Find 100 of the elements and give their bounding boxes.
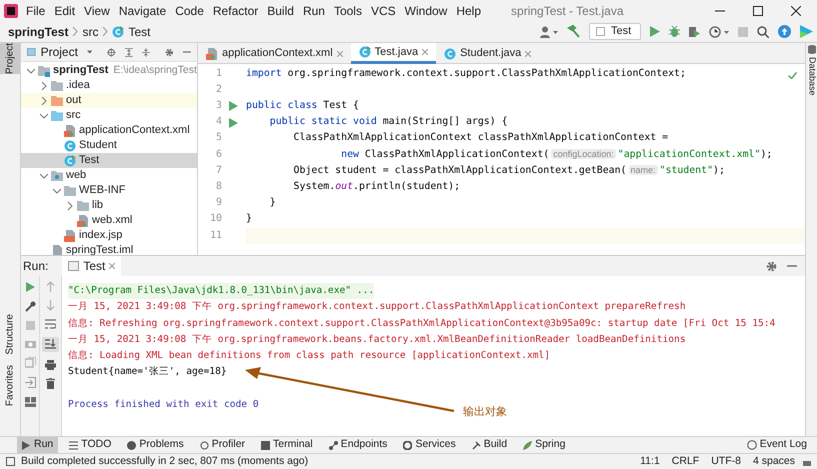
tool-window-tab[interactable]: Run bbox=[17, 436, 58, 454]
hammer-icon[interactable] bbox=[567, 25, 580, 38]
tree-item[interactable]: index.jsp bbox=[21, 228, 197, 243]
menu-item[interactable]: View bbox=[84, 2, 110, 20]
tool-window-tab[interactable]: Spring bbox=[518, 436, 570, 454]
tree-item[interactable]: applicationContext.xml bbox=[21, 123, 197, 138]
tool-window-tab[interactable]: Project bbox=[0, 43, 20, 74]
soft-wrap-icon[interactable] bbox=[45, 319, 56, 329]
breadcrumb-item[interactable]: Test bbox=[128, 22, 150, 40]
tree-item[interactable]: Student bbox=[21, 138, 197, 153]
tree-item[interactable]: lib bbox=[21, 198, 197, 213]
line-number: 1 bbox=[215, 66, 223, 81]
class-icon bbox=[444, 48, 456, 60]
settings-icon[interactable] bbox=[164, 46, 174, 58]
database-icon bbox=[808, 45, 816, 54]
class-icon bbox=[64, 140, 76, 152]
line-number: 3 bbox=[215, 99, 223, 114]
trash-icon[interactable] bbox=[46, 378, 55, 389]
search-icon[interactable] bbox=[757, 26, 769, 38]
tool-window-tab[interactable]: Problems bbox=[122, 436, 189, 454]
chevron-down-icon bbox=[40, 112, 48, 120]
run-icon[interactable] bbox=[229, 101, 238, 112]
tool-window-tab[interactable]: Structure bbox=[0, 314, 20, 355]
panel-toggle-icon[interactable] bbox=[6, 457, 15, 466]
status-item[interactable]: 11:1 bbox=[640, 454, 660, 469]
menu-item[interactable]: Code bbox=[175, 2, 204, 20]
layout-icon[interactable] bbox=[24, 397, 36, 407]
tree-item[interactable]: out bbox=[21, 93, 197, 108]
menu-item[interactable]: Help bbox=[456, 2, 482, 20]
maximize-icon[interactable] bbox=[753, 6, 763, 16]
code-line: import org.springframework.context.support.ClassPathXmlApplicationContext; bbox=[246, 66, 686, 81]
tree-item[interactable]: Test bbox=[21, 153, 197, 168]
breadcrumb-item[interactable]: src bbox=[82, 22, 98, 40]
line-number: 5 bbox=[215, 131, 223, 146]
chevron-down-icon bbox=[27, 66, 35, 74]
coverage-icon[interactable] bbox=[689, 26, 700, 38]
run-icon[interactable] bbox=[229, 118, 238, 128]
close-icon[interactable] bbox=[791, 6, 801, 16]
target-icon[interactable] bbox=[107, 46, 116, 58]
expand-all-icon[interactable] bbox=[125, 46, 133, 58]
tree-item[interactable]: web bbox=[21, 168, 197, 183]
tool-window-tab[interactable]: Terminal bbox=[256, 436, 318, 454]
menu-item[interactable]: Run bbox=[302, 2, 325, 20]
editor-tab[interactable]: Test.java bbox=[350, 43, 436, 64]
settings-icon[interactable] bbox=[766, 260, 777, 272]
status-item[interactable]: CRLF bbox=[672, 454, 700, 469]
caret-icon[interactable] bbox=[86, 50, 92, 54]
tool-window-tab[interactable]: TODO bbox=[64, 436, 116, 454]
update-icon[interactable] bbox=[778, 25, 791, 38]
tree-item[interactable]: .idea bbox=[21, 78, 197, 93]
menu-item[interactable]: Navigate bbox=[118, 2, 166, 20]
user-icon[interactable] bbox=[540, 26, 558, 38]
bug-icon[interactable] bbox=[669, 26, 680, 37]
menu-item[interactable]: VCS bbox=[370, 2, 396, 20]
event-log-tab[interactable]: Event Log bbox=[760, 437, 807, 453]
menu-item[interactable]: Edit bbox=[54, 2, 76, 20]
scroll-to-end-icon[interactable] bbox=[42, 337, 59, 352]
rerun-icon[interactable] bbox=[26, 282, 34, 292]
tool-window-tab[interactable]: Profiler bbox=[194, 436, 250, 454]
console-line: Student{name='张三', age=18} bbox=[68, 365, 227, 380]
tree-item[interactable]: springTest E:\idea\springTest bbox=[21, 63, 197, 78]
menu-item[interactable]: Build bbox=[267, 2, 294, 20]
tree-item[interactable]: springTest.iml bbox=[21, 243, 197, 258]
editor-tab[interactable]: Student.java bbox=[436, 43, 540, 64]
wrench-icon[interactable] bbox=[24, 301, 36, 312]
nodes-icon bbox=[328, 440, 338, 450]
status-item[interactable]: UTF-8 bbox=[711, 454, 741, 469]
tool-window-tab[interactable]: Favorites bbox=[0, 364, 20, 406]
menu-item[interactable]: Window bbox=[404, 2, 448, 20]
collapse-all-icon[interactable] bbox=[142, 46, 150, 58]
line-number: 6 bbox=[215, 148, 223, 162]
tool-window-tab[interactable]: Endpoints bbox=[324, 436, 392, 454]
close-icon bbox=[336, 50, 343, 56]
breadcrumb-item[interactable]: springTest bbox=[8, 22, 68, 40]
run-configuration-dropdown[interactable]: Test bbox=[589, 23, 641, 40]
tree-item[interactable]: WEB-INF bbox=[21, 183, 197, 198]
tool-window-tab[interactable]: Database bbox=[804, 57, 817, 96]
menu-item[interactable]: Tools bbox=[334, 2, 362, 20]
run-icon[interactable] bbox=[650, 26, 660, 37]
editor-tab[interactable]: applicationContext.xml bbox=[198, 43, 351, 64]
exit-icon[interactable] bbox=[24, 377, 36, 388]
xml-file-icon bbox=[206, 48, 218, 60]
print-icon[interactable] bbox=[45, 360, 56, 370]
tool-window-tab[interactable]: Services bbox=[398, 436, 461, 454]
tree-item[interactable]: src bbox=[21, 108, 197, 123]
tree-item[interactable]: web.xml bbox=[21, 213, 197, 228]
folder-icon bbox=[51, 170, 63, 182]
line-number: 8 bbox=[215, 180, 223, 194]
config-icon bbox=[596, 27, 605, 36]
line-number: 7 bbox=[215, 164, 223, 178]
console-line: 一月 15, 2021 3:49:08 下午 org.springframework.beans.factory.xml.XmlBeanDefinitionReader loadBeanDefinitions bbox=[68, 332, 686, 347]
menu-item[interactable]: File bbox=[26, 2, 46, 20]
folder-icon bbox=[64, 184, 76, 196]
console-tab[interactable]: Test bbox=[62, 256, 122, 276]
folder-icon bbox=[77, 200, 89, 212]
profiler-icon[interactable] bbox=[709, 26, 729, 38]
folder-icon bbox=[38, 64, 50, 76]
status-item[interactable]: 4 spaces bbox=[752, 454, 795, 469]
tool-window-tab[interactable]: Build bbox=[466, 436, 512, 454]
menu-item[interactable]: Refactor bbox=[212, 2, 258, 20]
